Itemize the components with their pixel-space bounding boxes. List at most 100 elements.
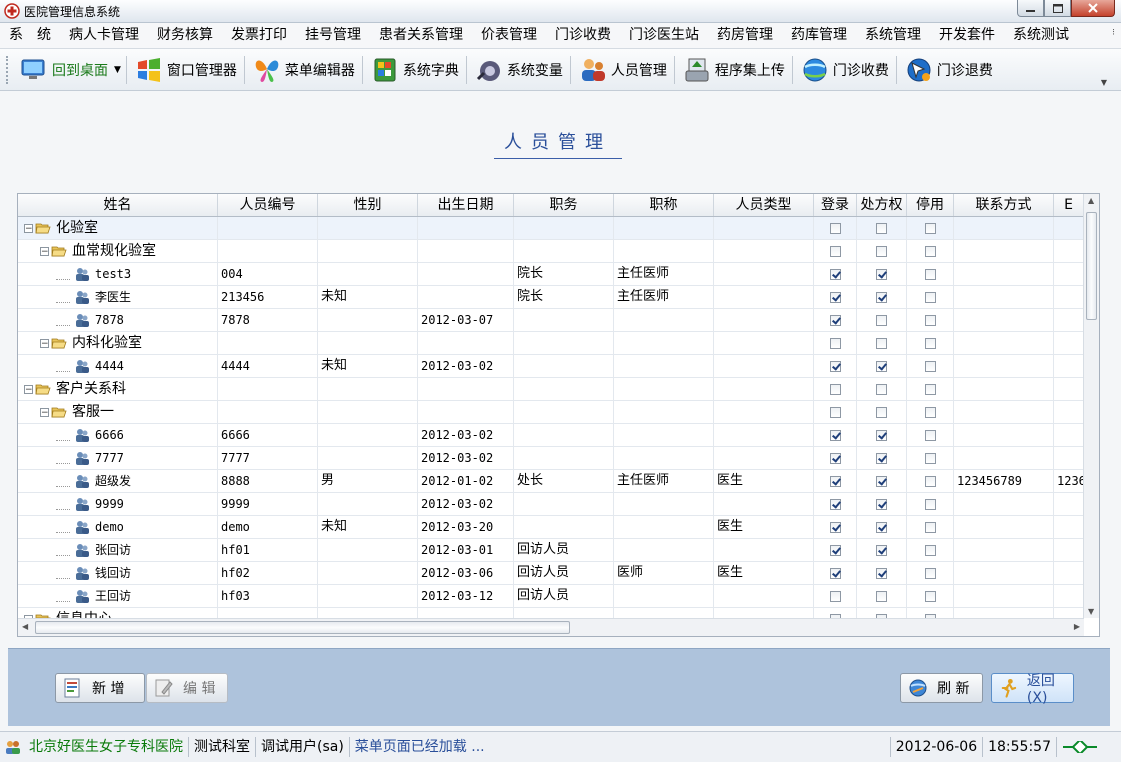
vertical-scroll-thumb[interactable] bbox=[1086, 212, 1097, 320]
close-button[interactable] bbox=[1071, 0, 1115, 17]
login-checkbox[interactable] bbox=[829, 383, 841, 395]
scroll-right-icon[interactable]: ▶ bbox=[1074, 622, 1080, 631]
rx-checkbox[interactable] bbox=[876, 291, 887, 303]
rx-checkbox[interactable] bbox=[876, 222, 887, 234]
scroll-left-icon[interactable]: ◀ bbox=[22, 622, 28, 631]
column-header-3[interactable]: 出生日期 bbox=[418, 194, 514, 216]
table-row[interactable]: 张回访 hf01 2012-03-01 回访人员 bbox=[18, 539, 1084, 562]
refresh-button[interactable]: 刷 新 bbox=[900, 673, 983, 703]
tree-department-row[interactable]: − 化验室 bbox=[18, 217, 1084, 240]
off-checkbox[interactable] bbox=[924, 521, 936, 533]
name-cell[interactable]: 9999 bbox=[18, 493, 218, 515]
name-cell[interactable]: − 客户关系科 bbox=[18, 378, 218, 400]
name-cell[interactable]: 7878 bbox=[18, 309, 218, 331]
rx-checkbox[interactable] bbox=[876, 337, 887, 349]
table-row[interactable]: 李医生 213456 未知 院长 主任医师 bbox=[18, 286, 1084, 309]
rx-checkbox[interactable] bbox=[876, 406, 887, 418]
name-cell[interactable]: 钱回访 bbox=[18, 562, 218, 584]
horizontal-scrollbar[interactable]: ◀ ▶ bbox=[18, 618, 1084, 636]
column-header-1[interactable]: 人员编号 bbox=[218, 194, 318, 216]
login-checkbox[interactable] bbox=[829, 429, 841, 441]
column-header-4[interactable]: 职务 bbox=[514, 194, 614, 216]
collapse-toggle-icon[interactable]: − bbox=[40, 338, 49, 348]
column-header-6[interactable]: 人员类型 bbox=[714, 194, 814, 216]
off-checkbox[interactable] bbox=[924, 429, 936, 441]
minimize-button[interactable] bbox=[1017, 0, 1044, 17]
login-checkbox[interactable] bbox=[829, 452, 841, 464]
name-cell[interactable]: 张回访 bbox=[18, 539, 218, 561]
collapse-toggle-icon[interactable]: − bbox=[24, 384, 33, 394]
toolbar-grip[interactable] bbox=[6, 55, 11, 84]
toolbar-button-0[interactable]: 回到桌面 bbox=[15, 53, 112, 87]
scroll-down-icon[interactable]: ▼ bbox=[1088, 607, 1094, 616]
collapse-toggle-icon[interactable]: − bbox=[24, 223, 33, 233]
login-checkbox[interactable] bbox=[829, 475, 841, 487]
off-checkbox[interactable] bbox=[924, 590, 936, 602]
column-header-10[interactable]: 联系方式 bbox=[954, 194, 1054, 216]
maximize-button[interactable] bbox=[1044, 0, 1071, 17]
rx-checkbox[interactable] bbox=[876, 268, 887, 280]
name-cell[interactable]: − 化验室 bbox=[18, 217, 218, 239]
login-checkbox[interactable] bbox=[829, 360, 841, 372]
column-header-0[interactable]: 姓名 bbox=[18, 194, 218, 216]
tree-department-row[interactable]: − 客服一 bbox=[18, 401, 1084, 424]
rx-checkbox[interactable] bbox=[876, 544, 887, 556]
off-checkbox[interactable] bbox=[924, 245, 936, 257]
menu-item-11[interactable]: 系统管理 bbox=[856, 23, 930, 48]
menu-item-2[interactable]: 财务核算 bbox=[148, 23, 222, 48]
menu-item-3[interactable]: 发票打印 bbox=[222, 23, 296, 48]
menu-item-8[interactable]: 门诊医生站 bbox=[620, 23, 708, 48]
rx-checkbox[interactable] bbox=[876, 245, 887, 257]
column-header-8[interactable]: 处方权 bbox=[857, 194, 907, 216]
login-checkbox[interactable] bbox=[829, 337, 841, 349]
name-cell[interactable]: 超级发 bbox=[18, 470, 218, 492]
toolbar-button-4[interactable]: 系统变量 bbox=[470, 53, 567, 87]
toolbar-button-7[interactable]: 门诊收费 bbox=[796, 53, 893, 87]
off-checkbox[interactable] bbox=[924, 314, 936, 326]
menu-overflow-icon[interactable]: ⁝ bbox=[1112, 28, 1115, 38]
table-row[interactable]: demo demo 未知 2012-03-20 医生 bbox=[18, 516, 1084, 539]
off-checkbox[interactable] bbox=[924, 291, 936, 303]
menu-item-10[interactable]: 药库管理 bbox=[782, 23, 856, 48]
tree-department-row[interactable]: − 血常规化验室 bbox=[18, 240, 1084, 263]
off-checkbox[interactable] bbox=[924, 452, 936, 464]
login-checkbox[interactable] bbox=[829, 314, 841, 326]
table-row[interactable]: 4444 4444 未知 2012-03-02 bbox=[18, 355, 1084, 378]
menu-item-12[interactable]: 开发套件 bbox=[930, 23, 1004, 48]
toolbar-button-1[interactable]: 窗口管理器 bbox=[130, 53, 241, 87]
login-checkbox[interactable] bbox=[829, 245, 841, 257]
off-checkbox[interactable] bbox=[924, 544, 936, 556]
collapse-toggle-icon[interactable]: − bbox=[40, 407, 49, 417]
off-checkbox[interactable] bbox=[924, 360, 936, 372]
table-row[interactable]: 6666 6666 2012-03-02 bbox=[18, 424, 1084, 447]
name-cell[interactable]: demo bbox=[18, 516, 218, 538]
off-checkbox[interactable] bbox=[924, 268, 936, 280]
tree-department-row[interactable]: − 内科化验室 bbox=[18, 332, 1084, 355]
tree-department-row[interactable]: − 客户关系科 bbox=[18, 378, 1084, 401]
rx-checkbox[interactable] bbox=[876, 567, 887, 579]
name-cell[interactable]: test3 bbox=[18, 263, 218, 285]
name-cell[interactable]: 4444 bbox=[18, 355, 218, 377]
toolbar-overflow-icon[interactable]: ▼ bbox=[1101, 78, 1107, 87]
name-cell[interactable]: 7777 bbox=[18, 447, 218, 469]
column-header-11[interactable]: E bbox=[1054, 194, 1084, 216]
off-checkbox[interactable] bbox=[924, 567, 936, 579]
edit-button[interactable]: 编 辑 bbox=[146, 673, 228, 703]
table-row[interactable]: 9999 9999 2012-03-02 bbox=[18, 493, 1084, 516]
login-checkbox[interactable] bbox=[829, 268, 841, 280]
off-checkbox[interactable] bbox=[924, 406, 936, 418]
rx-checkbox[interactable] bbox=[876, 360, 887, 372]
rx-checkbox[interactable] bbox=[876, 314, 887, 326]
login-checkbox[interactable] bbox=[829, 291, 841, 303]
rx-checkbox[interactable] bbox=[876, 475, 887, 487]
table-row[interactable]: test3 004 院长 主任医师 bbox=[18, 263, 1084, 286]
toolbar-button-3[interactable]: 系统字典 bbox=[366, 53, 463, 87]
column-header-5[interactable]: 职称 bbox=[614, 194, 714, 216]
off-checkbox[interactable] bbox=[924, 475, 936, 487]
table-row[interactable]: 王回访 hf03 2012-03-12 回访人员 bbox=[18, 585, 1084, 608]
login-checkbox[interactable] bbox=[829, 567, 841, 579]
menu-item-1[interactable]: 病人卡管理 bbox=[60, 23, 148, 48]
menu-item-7[interactable]: 门诊收费 bbox=[546, 23, 620, 48]
table-row[interactable]: 7777 7777 2012-03-02 bbox=[18, 447, 1084, 470]
name-cell[interactable]: − 血常规化验室 bbox=[18, 240, 218, 262]
